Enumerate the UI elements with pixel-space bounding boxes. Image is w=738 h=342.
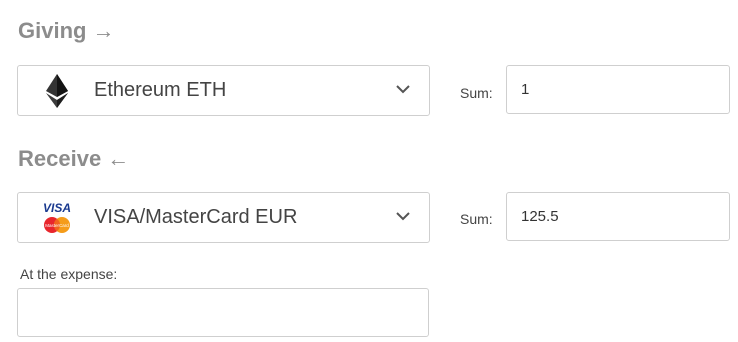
ethereum-icon [46,74,68,108]
giving-currency-select[interactable]: Ethereum ETH [17,65,430,116]
svg-text:MasterCard: MasterCard [45,223,69,228]
arrow-left-icon: ← [107,146,130,171]
receive-currency-label: VISA/MasterCard EUR [94,206,298,228]
giving-sum-input[interactable] [506,65,730,114]
giving-title-text: Giving [18,18,87,43]
giving-title: Giving → [18,18,114,44]
receive-title-text: Receive [18,146,102,171]
receive-title: Receive ← [18,146,129,172]
arrow-right-icon: → [92,18,115,43]
receive-sum-input[interactable] [506,192,730,241]
giving-currency-label: Ethereum ETH [94,79,227,101]
chevron-down-icon [396,85,410,94]
expense-label: At the expense: [20,266,118,282]
expense-input[interactable] [17,288,429,337]
chevron-down-icon [396,212,410,221]
svg-text:VISA: VISA [43,201,71,215]
receive-sum-label: Sum: [460,211,493,227]
visa-mastercard-icon: VISA MasterCard [43,201,71,233]
receive-currency-select[interactable]: VISA MasterCard VISA/MasterCard EUR [17,192,430,243]
giving-sum-label: Sum: [460,85,493,101]
